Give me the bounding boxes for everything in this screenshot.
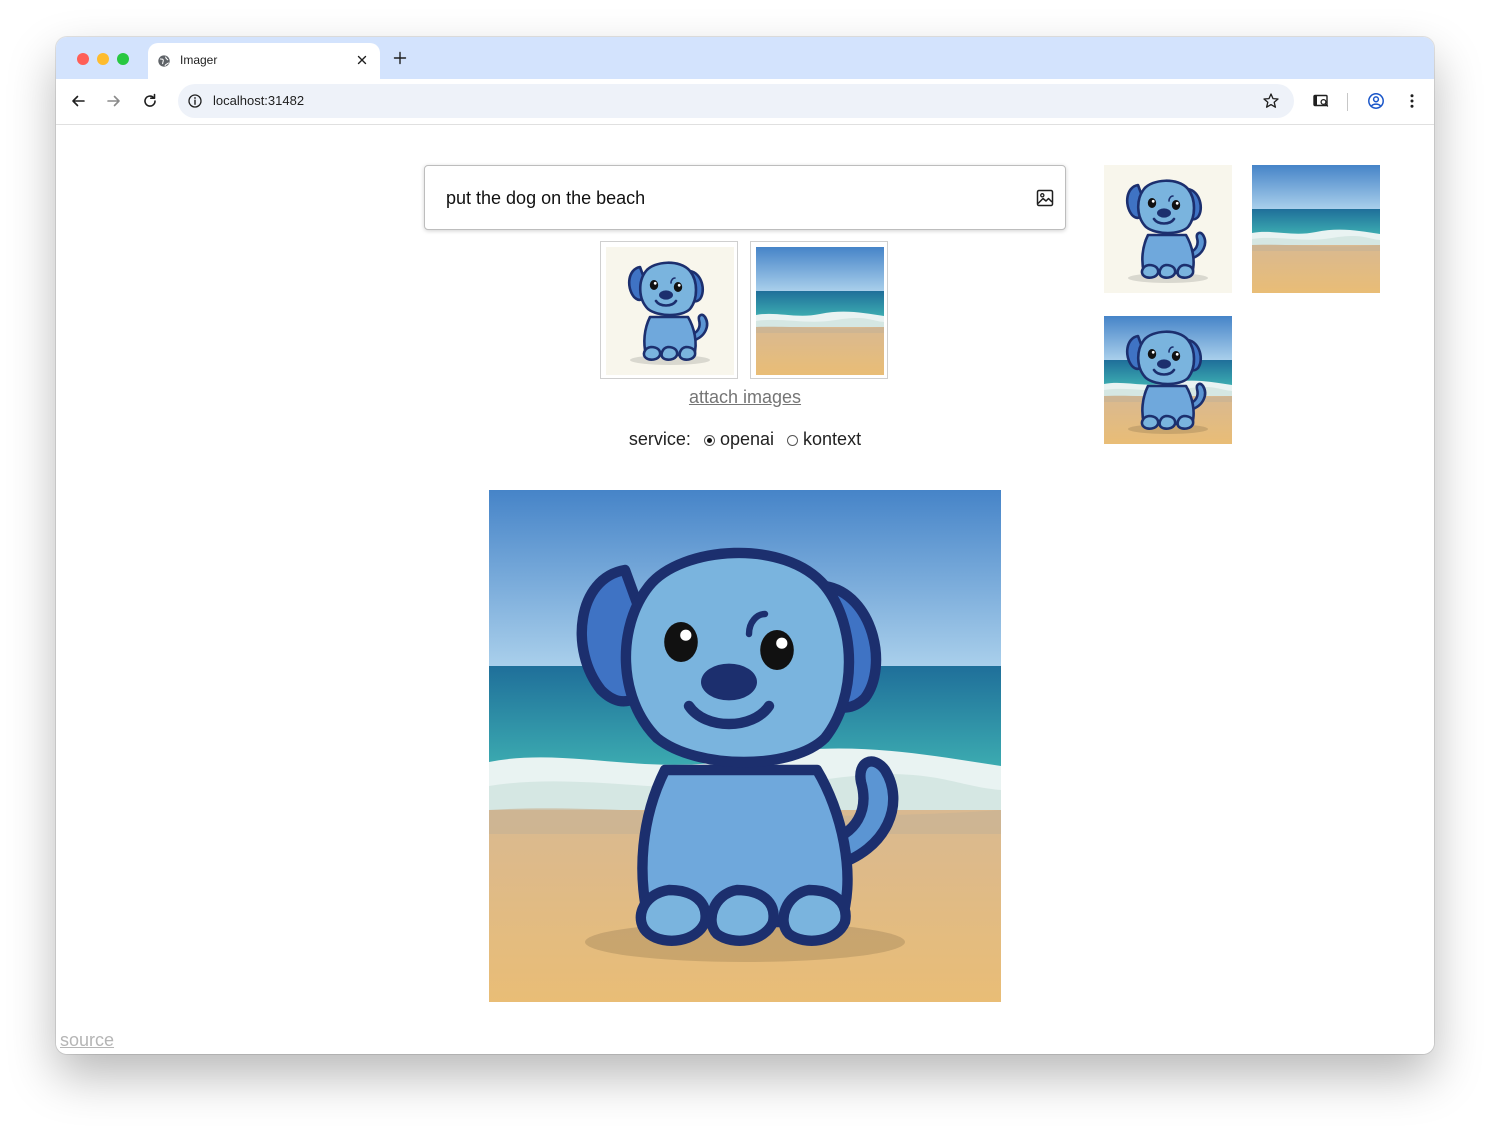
blue-puppy-image [606, 247, 734, 375]
source-link[interactable]: source [60, 1030, 114, 1051]
service-radio-kontext[interactable] [787, 435, 799, 446]
zoom-window-button[interactable] [117, 53, 129, 65]
close-icon[interactable] [354, 52, 370, 68]
info-icon[interactable] [187, 93, 203, 109]
profile-icon[interactable] [1367, 92, 1385, 110]
attached-image-beach[interactable] [750, 241, 888, 379]
tab-imager[interactable]: Imager [148, 43, 380, 79]
result-image [489, 490, 1001, 1002]
toolbar-divider [1347, 93, 1348, 111]
attach-images-link[interactable]: attach images [600, 387, 890, 408]
back-arrow-icon[interactable] [69, 92, 87, 110]
prompt-input[interactable]: put the dog on the beach [424, 165, 1066, 230]
kebab-menu-icon[interactable] [1403, 92, 1421, 110]
tab-strip: Imager [56, 37, 1434, 79]
plus-icon[interactable] [392, 50, 408, 66]
address-bar[interactable]: localhost:31482 [178, 84, 1294, 118]
history-item-beach[interactable] [1252, 165, 1380, 293]
globe-icon [158, 55, 170, 67]
minimize-window-button[interactable] [97, 53, 109, 65]
page-content: put the dog on the beach attach images s… [56, 125, 1434, 1054]
attached-image-dog[interactable] [600, 241, 738, 379]
reload-icon[interactable] [141, 92, 159, 110]
tab-title: Imager [180, 53, 218, 67]
url-text[interactable]: localhost:31482 [213, 93, 304, 108]
prompt-text[interactable]: put the dog on the beach [446, 188, 645, 209]
service-selector: service: openai kontext [508, 429, 982, 450]
forward-arrow-icon[interactable] [105, 92, 123, 110]
beach-image [756, 247, 884, 375]
service-option-openai[interactable]: openai [720, 429, 774, 449]
close-window-button[interactable] [77, 53, 89, 65]
service-label: service: [628, 429, 691, 449]
history-item-dog[interactable] [1104, 165, 1232, 293]
browser-window: Imager localhost:31482 put the dog on th… [56, 37, 1434, 1054]
service-radio-openai[interactable] [703, 435, 715, 446]
blue-puppy-on-beach-image [489, 490, 1001, 1002]
service-option-kontext[interactable]: kontext [803, 429, 861, 449]
star-icon[interactable] [1262, 92, 1280, 110]
media-search-icon[interactable] [1312, 92, 1330, 110]
history-item-dog-on-beach[interactable] [1104, 316, 1232, 444]
browser-toolbar: localhost:31482 [56, 79, 1434, 125]
image-icon[interactable] [1035, 188, 1055, 208]
